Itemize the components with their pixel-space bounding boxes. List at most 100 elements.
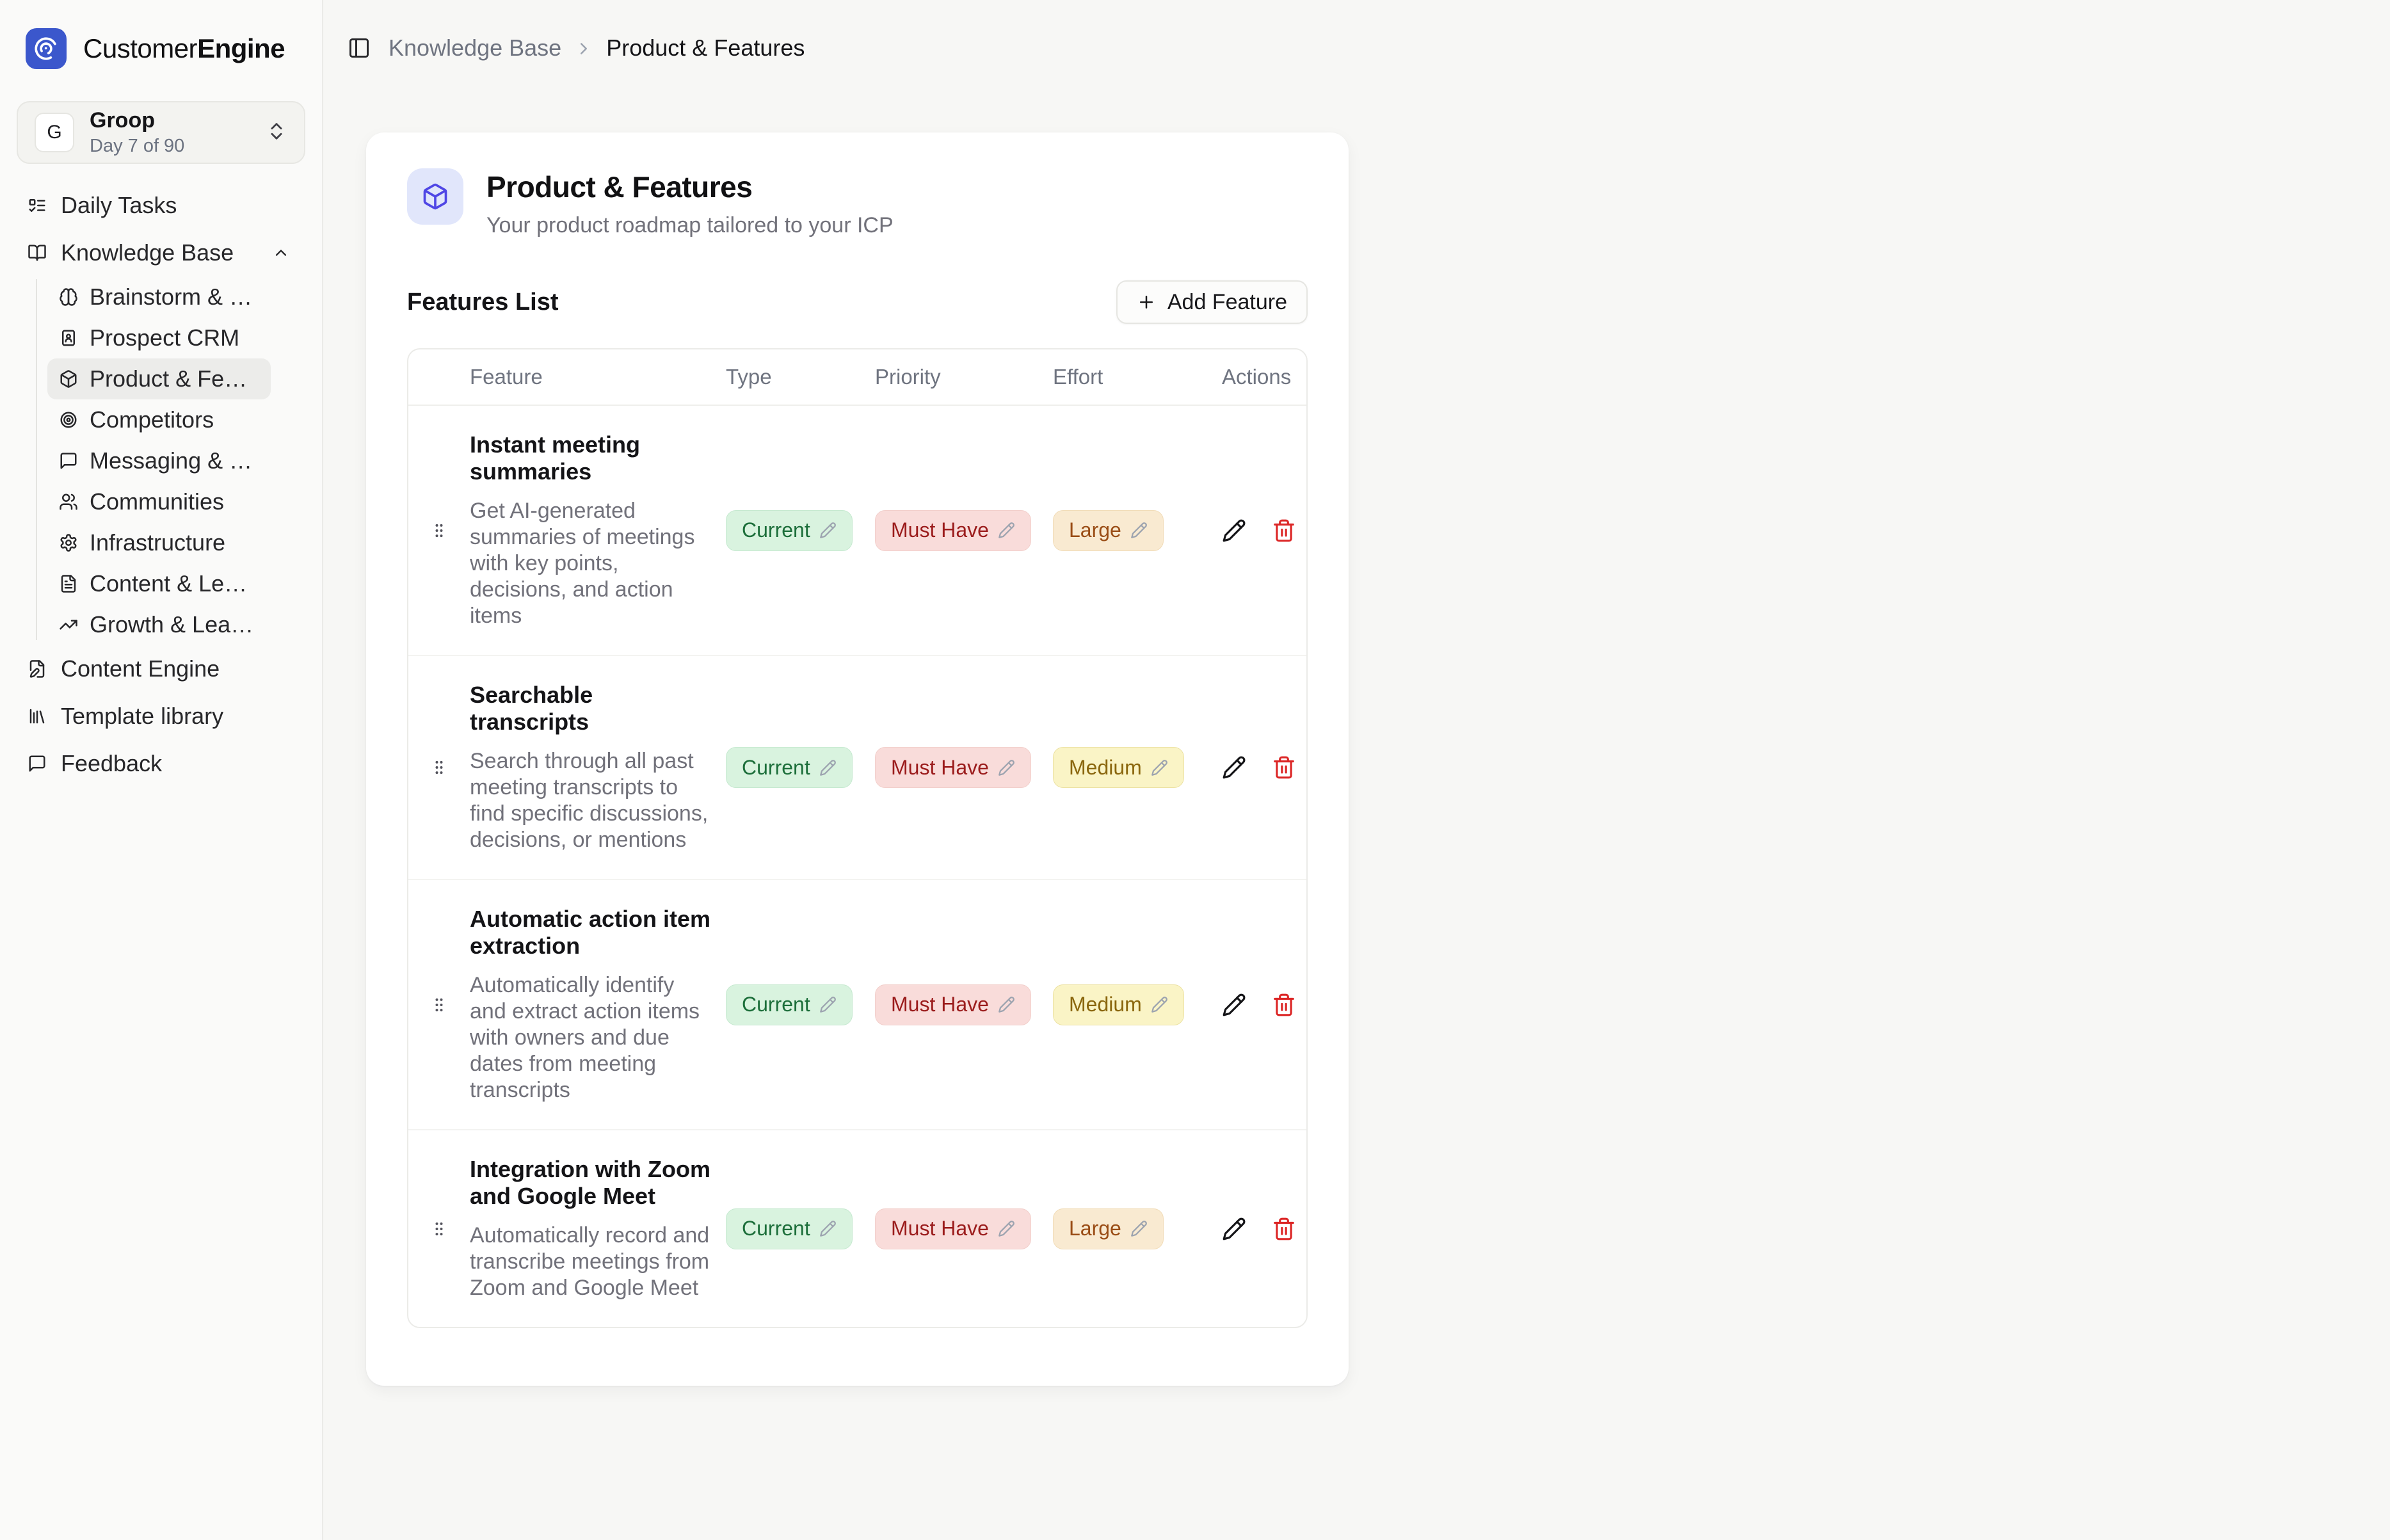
workspace-name: Groop <box>90 108 250 133</box>
sidebar-item-prospect-crm[interactable]: Prospect CRM <box>47 317 271 358</box>
table-row: Integration with Zoom and Google Meet Au… <box>408 1129 1306 1327</box>
type-badge[interactable]: Current <box>726 747 853 788</box>
type-badge[interactable]: Current <box>726 984 853 1025</box>
sidebar-item-communities[interactable]: Communities <box>47 481 271 522</box>
library-icon <box>28 707 47 726</box>
drag-handle[interactable] <box>408 1156 470 1301</box>
feature-title: Searchable transcripts <box>470 682 716 735</box>
grip-vertical-icon <box>430 1215 448 1243</box>
sidebar-item-template-library[interactable]: Template library <box>17 693 305 740</box>
table-body: Instant meeting summaries Get AI-generat… <box>408 406 1306 1327</box>
priority-badge[interactable]: Must Have <box>875 984 1031 1025</box>
pencil-icon <box>1222 1217 1246 1241</box>
edit-feature-button[interactable] <box>1222 1217 1246 1241</box>
pencil-icon <box>1151 759 1168 776</box>
file-pen-icon <box>28 659 47 678</box>
delete-feature-button[interactable] <box>1272 993 1296 1017</box>
add-feature-button[interactable]: Add Feature <box>1116 280 1308 324</box>
drag-handle[interactable] <box>408 906 470 1103</box>
delete-feature-button[interactable] <box>1272 755 1296 780</box>
pencil-icon <box>1130 1220 1148 1237</box>
edit-feature-button[interactable] <box>1222 993 1246 1017</box>
sidebar-item-messaging-outreach[interactable]: Messaging & Outre… <box>47 440 271 481</box>
box-icon <box>407 168 463 225</box>
priority-badge[interactable]: Must Have <box>875 510 1031 551</box>
plus-icon <box>1137 293 1156 312</box>
effort-badge[interactable]: Medium <box>1053 747 1184 788</box>
type-badge[interactable]: Current <box>726 1208 853 1249</box>
workspace-avatar: G <box>35 113 74 152</box>
breadcrumb-parent[interactable]: Knowledge Base <box>389 35 561 61</box>
trending-up-icon <box>59 615 78 634</box>
column-header-type: Type <box>726 365 875 389</box>
app-logo-icon <box>26 28 67 69</box>
delete-feature-button[interactable] <box>1272 518 1296 543</box>
pencil-icon <box>1151 996 1168 1013</box>
features-list-heading: Features List <box>407 289 559 316</box>
drag-handle[interactable] <box>408 431 470 629</box>
edit-feature-button[interactable] <box>1222 518 1246 543</box>
brain-icon <box>59 287 78 307</box>
sidebar-item-competitors[interactable]: Competitors <box>47 399 271 440</box>
feature-title: Integration with Zoom and Google Meet <box>470 1156 716 1210</box>
trash-icon <box>1272 1217 1296 1241</box>
pencil-icon <box>819 996 837 1013</box>
priority-badge[interactable]: Must Have <box>875 1208 1031 1249</box>
feature-title: Instant meeting summaries <box>470 431 716 485</box>
grip-vertical-icon <box>430 517 448 545</box>
trash-icon <box>1272 993 1296 1017</box>
sidebar-item-content-engine[interactable]: Content Engine <box>17 645 305 693</box>
feature-description: Search through all past meeting transcri… <box>470 748 716 853</box>
trash-icon <box>1272 518 1296 543</box>
pencil-icon <box>819 759 837 776</box>
effort-badge[interactable]: Large <box>1053 510 1164 551</box>
sidebar-item-label: Template library <box>61 703 223 730</box>
effort-badge[interactable]: Medium <box>1053 984 1184 1025</box>
column-header-feature: Feature <box>470 365 726 389</box>
workspace-switcher[interactable]: G Groop Day 7 of 90 <box>17 101 305 164</box>
table-row: Searchable transcripts Search through al… <box>408 655 1306 879</box>
type-badge[interactable]: Current <box>726 510 853 551</box>
pencil-icon <box>1130 522 1148 539</box>
knowledge-base-children: Brainstorm & ICP Prospect CRM Product & … <box>17 277 305 645</box>
pencil-icon <box>1222 755 1246 780</box>
grip-vertical-icon <box>430 753 448 782</box>
sidebar-nav: Daily Tasks Knowledge Base Brainstorm & … <box>17 182 305 787</box>
sidebar-item-infrastructure[interactable]: Infrastructure <box>47 522 271 563</box>
sidebar-item-label: Daily Tasks <box>61 192 177 219</box>
feature-title: Automatic action item extraction <box>470 906 716 959</box>
table-row: Instant meeting summaries Get AI-generat… <box>408 406 1306 655</box>
message-square-icon <box>28 754 47 773</box>
sidebar-item-brainstorm-icp[interactable]: Brainstorm & ICP <box>47 277 271 317</box>
sidebar-item-product-features[interactable]: Product & Features <box>47 358 271 399</box>
column-header-actions: Actions <box>1222 365 1306 389</box>
trash-icon <box>1272 755 1296 780</box>
workspace-subtitle: Day 7 of 90 <box>90 136 250 157</box>
gear-icon <box>59 533 78 552</box>
drag-handle[interactable] <box>408 682 470 853</box>
grip-vertical-icon <box>430 991 448 1019</box>
panel-left-icon <box>348 36 371 60</box>
sidebar-item-content-leadgen[interactable]: Content & Leadgen <box>47 563 271 604</box>
column-header-priority: Priority <box>875 365 1053 389</box>
sidebar-item-knowledge-base[interactable]: Knowledge Base <box>17 229 305 277</box>
chevrons-up-down-icon <box>266 120 287 145</box>
effort-badge[interactable]: Large <box>1053 1208 1164 1249</box>
delete-feature-button[interactable] <box>1272 1217 1296 1241</box>
page-title: Product & Features <box>486 170 894 204</box>
brand: CustomerEngine <box>26 28 305 69</box>
page-subtitle: Your product roadmap tailored to your IC… <box>486 213 894 238</box>
app-root: CustomerEngine G Groop Day 7 of 90 Daily… <box>0 0 2390 1540</box>
page-header: Product & Features Your product roadmap … <box>407 168 1308 238</box>
sidebar-item-growth-learnings[interactable]: Growth & Learnings <box>47 604 271 645</box>
tasks-icon <box>28 196 47 215</box>
pencil-icon <box>819 1220 837 1237</box>
priority-badge[interactable]: Must Have <box>875 747 1031 788</box>
sidebar-toggle-button[interactable] <box>348 36 371 60</box>
book-open-icon <box>28 243 47 262</box>
sidebar-item-label: Knowledge Base <box>61 239 258 266</box>
pencil-icon <box>819 522 837 539</box>
sidebar-item-feedback[interactable]: Feedback <box>17 740 305 787</box>
edit-feature-button[interactable] <box>1222 755 1246 780</box>
sidebar-item-daily-tasks[interactable]: Daily Tasks <box>17 182 305 229</box>
